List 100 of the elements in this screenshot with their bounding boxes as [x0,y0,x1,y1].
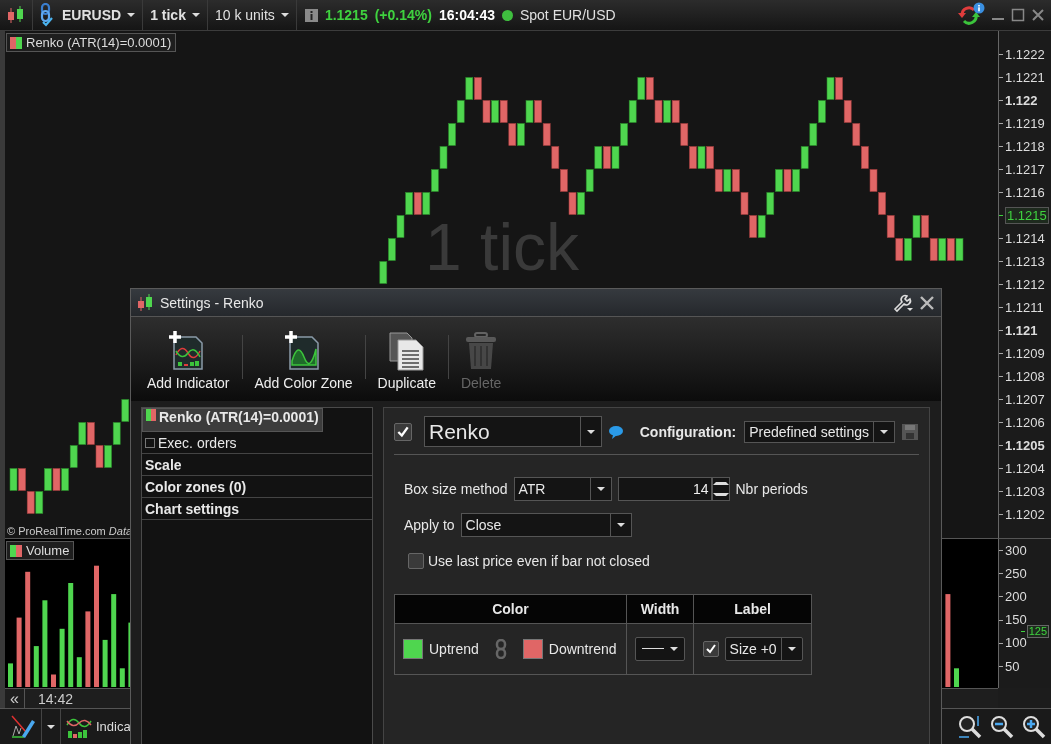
caret-icon [670,647,679,651]
quote-time: 16:04:43 [438,7,495,23]
timeframe-dropdown[interactable]: 1 tick [148,0,202,30]
toolbar-button[interactable]: Duplicate [371,317,442,401]
checkbox[interactable] [702,641,719,657]
refresh-icon[interactable] [957,2,985,28]
column-header: Color [394,594,627,624]
renko-brick [413,192,422,215]
enable-checkbox[interactable] [394,422,412,441]
renko-brick [439,146,448,169]
symbol-dropdown[interactable]: EURUSD [60,0,138,30]
sidebar-item[interactable]: Chart settings [142,498,372,520]
quantity-dropdown[interactable]: 10 k units [212,0,291,30]
renko-brick [912,215,921,238]
checkbox-label: Use last price even if bar not closed [428,553,650,569]
price-label: 1.1203 [1005,484,1045,499]
checkbox[interactable] [145,437,155,448]
configuration-select[interactable]: Predefined settings [744,420,895,443]
price-label: 1.1212 [1005,277,1045,292]
renko-brick [482,100,491,123]
info-icon[interactable] [304,8,318,22]
chain-icon[interactable] [38,3,54,27]
volume-color-icon [10,544,22,557]
toolbar-button[interactable]: Add Color Zone [248,317,359,401]
renko-brick [585,169,594,192]
renko-brick [654,100,663,123]
caret-icon [127,13,136,17]
color-swatch[interactable] [403,639,423,659]
last-price: 1.1215 [324,7,368,23]
renko-brick [809,123,818,146]
candlestick-icon [137,292,155,313]
box-size-select[interactable]: ATR [513,477,612,501]
renko-brick [121,399,130,422]
renko-brick [800,146,809,169]
volume-axis-label: 200 [1005,590,1027,603]
sidebar-item[interactable]: Color zones (0) [142,476,372,498]
renko-brick [112,422,121,445]
checkbox[interactable] [408,553,424,569]
renko-color-icon [10,36,22,49]
zoom-out-icon[interactable] [989,713,1015,740]
color-label: Downtrend [548,641,617,657]
renko-brick [551,146,560,169]
apply-to-label: Apply to [404,517,455,533]
close-icon[interactable] [919,294,935,311]
price-label: 1.1204 [1005,461,1045,476]
toolbar-button[interactable]: Add Indicator [141,317,236,401]
column-header: Label [693,594,812,624]
renko-brick [499,100,508,123]
renko-brick [525,100,534,123]
caret-icon [587,429,595,434]
price-label: 1.122 [1005,93,1038,108]
sidebar-item[interactable]: Renko (ATR(14)=0.0001) [142,408,323,432]
price-label: 1.1218 [1005,139,1045,154]
periods-field[interactable]: 14 [617,477,712,501]
price-label: 1.1209 [1005,346,1045,361]
volume-axis-label: 50 [1005,660,1020,673]
price-label: 1.1216 [1005,185,1045,200]
renko-brick [680,123,689,146]
close-icon[interactable] [1031,8,1045,22]
renko-brick [869,169,878,192]
renko-brick [783,169,792,192]
renko-brick [465,77,474,100]
renko-brick [697,146,706,169]
sidebar-item[interactable]: Exec. orders [142,432,372,454]
volume-axis-label: 300 [1005,544,1027,557]
color-label: Uptrend [429,641,479,657]
color-swatch[interactable] [522,639,543,659]
volume-label: Volume [26,543,70,558]
renko-brick [594,146,603,169]
volume-axis-label: 250 [1005,567,1027,580]
label-size-select[interactable]: Size +0 [724,637,803,661]
renko-brick [671,100,680,123]
width-select[interactable] [635,637,686,661]
renko-color-icon [146,409,156,421]
time-axis-label: 14:42 [38,690,74,707]
renko-brick [611,146,620,169]
renko-brick [938,238,947,261]
apply-to-select[interactable]: Close [460,513,632,537]
caret-icon [596,487,605,491]
renko-brick [723,169,732,192]
zoom-in-icon[interactable] [1021,713,1047,740]
chain-link-icon[interactable] [494,639,507,659]
indicators-button[interactable]: Indica [61,709,131,744]
price-label: 1.121 [1005,323,1038,338]
speech-bubble-icon[interactable] [608,424,624,439]
renko-brick [766,192,775,215]
renko-brick [886,215,895,238]
caret-icon [191,13,200,17]
indicator-select[interactable]: Renko [424,416,602,447]
maximize-icon[interactable] [1011,8,1025,22]
renko-brick [78,422,87,445]
renko-brick [714,169,723,192]
renko-brick [740,192,749,215]
renko-brick [52,468,61,491]
box-size-label: Box size method [404,481,508,497]
renko-brick [456,100,465,123]
price-label: 1.1222 [1005,47,1045,62]
sidebar-item[interactable]: Scale [142,454,372,476]
zoom-fit-icon[interactable] [957,713,983,740]
wrench-icon[interactable] [892,292,914,313]
